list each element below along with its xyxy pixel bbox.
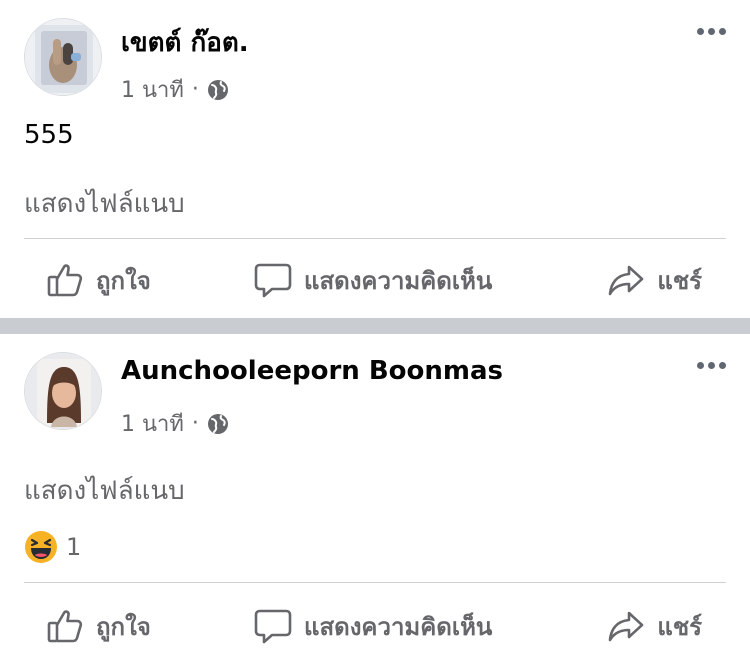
haha-emoji-icon [25, 531, 57, 563]
comment-label: แสดงความคิดเห็น [304, 612, 493, 641]
like-label: ถูกใจ [96, 266, 151, 295]
share-button[interactable]: แชร์ [607, 261, 702, 300]
post-actions-bar: ถูกใจ แสดงความคิดเห็น แชร์ [0, 245, 750, 315]
more-dot [719, 362, 726, 369]
reaction-summary[interactable]: 1 [24, 530, 81, 564]
thumbs-up-icon [47, 610, 83, 643]
post-card: เขตต์ ก๊อต. 1 นาที · 555 แสดงไฟล์แนบ ถูก… [0, 0, 750, 318]
like-button[interactable]: ถูกใจ [46, 607, 151, 646]
comment-bubble-icon [254, 609, 292, 644]
globe-icon[interactable] [207, 79, 229, 101]
more-dot [708, 28, 715, 35]
post-actions-bar: ถูกใจ แสดงความคิดเห็น แชร์ [0, 591, 750, 661]
post-meta: 1 นาที · [121, 406, 229, 441]
share-arrow-icon [609, 265, 644, 296]
more-dot [697, 28, 704, 35]
divider [24, 582, 726, 583]
post-time[interactable]: 1 นาที [121, 406, 184, 441]
reaction-count: 1 [66, 533, 82, 561]
share-label: แชร์ [657, 612, 702, 641]
feed-separator [0, 318, 750, 334]
more-dot [719, 28, 726, 35]
comment-bubble-icon [254, 263, 292, 298]
globe-icon[interactable] [207, 413, 229, 435]
author-name[interactable]: เขตต์ ก๊อต. [121, 22, 249, 63]
thumbs-up-icon [47, 264, 83, 297]
post-time[interactable]: 1 นาที [121, 72, 184, 107]
more-dot [697, 362, 704, 369]
post-card: Aunchooleeporn Boonmas 1 นาที · แสดงไฟล์… [0, 334, 750, 668]
profile-photo-hand-icon [25, 19, 101, 95]
share-button[interactable]: แชร์ [607, 607, 702, 646]
post-body-text: 555 [24, 120, 74, 150]
avatar[interactable] [24, 18, 102, 96]
more-dot [708, 362, 715, 369]
share-arrow-icon [609, 611, 644, 642]
avatar[interactable] [24, 352, 102, 430]
show-attachment-link[interactable]: แสดงไฟล์แนบ [24, 470, 185, 511]
like-label: ถูกใจ [96, 612, 151, 641]
meta-separator: · [191, 77, 199, 102]
share-label: แชร์ [657, 266, 702, 295]
comment-label: แสดงความคิดเห็น [304, 266, 493, 295]
more-options-icon[interactable] [697, 28, 726, 35]
post-meta: 1 นาที · [121, 72, 229, 107]
profile-photo-person-icon [25, 353, 101, 429]
more-options-icon[interactable] [697, 362, 726, 369]
comment-button[interactable]: แสดงความคิดเห็น [254, 261, 492, 300]
show-attachment-link[interactable]: แสดงไฟล์แนบ [24, 183, 185, 224]
author-name[interactable]: Aunchooleeporn Boonmas [121, 356, 503, 386]
comment-button[interactable]: แสดงความคิดเห็น [254, 607, 492, 646]
like-button[interactable]: ถูกใจ [46, 261, 151, 300]
divider [24, 238, 726, 239]
meta-separator: · [191, 411, 199, 436]
